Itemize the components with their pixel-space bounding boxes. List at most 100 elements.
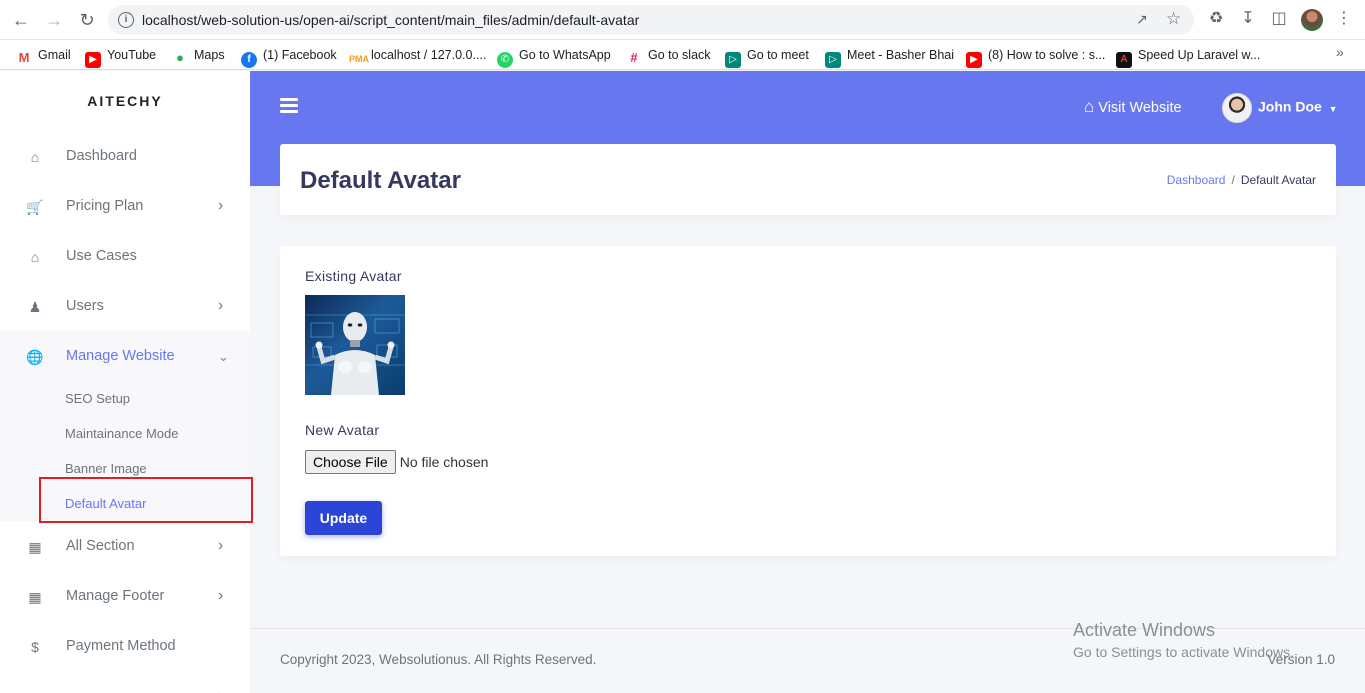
brand-logo-text[interactable]: AITECHY bbox=[0, 71, 250, 131]
bookmark-gmail[interactable]: M Gmail bbox=[16, 45, 71, 66]
chevron-right-icon: › bbox=[218, 587, 224, 604]
grid-icon: ▦ bbox=[28, 539, 42, 555]
sidebar-item-label: Payment Method bbox=[66, 638, 176, 654]
address-bar[interactable]: i localhost/web-solution-us/open-ai/scri… bbox=[108, 5, 1194, 35]
home-icon: ⌂ bbox=[30, 249, 40, 265]
back-arrow-icon[interactable]: ← bbox=[9, 8, 33, 32]
chevron-down-icon: ⌄ bbox=[218, 349, 229, 364]
bookmark-facebook[interactable]: f (1) Facebook bbox=[241, 45, 337, 68]
sidebar-item-pricing-plan[interactable]: 🛒 Pricing Plan › bbox=[0, 182, 250, 232]
watermark-title: Activate Windows bbox=[1073, 620, 1216, 640]
maps-pin-icon: ● bbox=[172, 50, 188, 66]
bookmark-laravel[interactable]: A Speed Up Laravel w... bbox=[1116, 45, 1260, 68]
youtube-icon: ▶ bbox=[966, 52, 982, 68]
reload-icon[interactable]: ↻ bbox=[75, 8, 99, 32]
cart-icon: 🛒 bbox=[26, 199, 44, 215]
highlight-box bbox=[39, 477, 253, 523]
site-info-icon[interactable]: i bbox=[118, 12, 134, 28]
dollar-icon: $ bbox=[31, 639, 39, 655]
bookmark-maps[interactable]: ● Maps bbox=[172, 45, 225, 66]
url-text[interactable]: localhost/web-solution-us/open-ai/script… bbox=[142, 12, 639, 28]
copyright-text: Copyright 2023, Websolutionus. All Right… bbox=[280, 652, 597, 667]
whatsapp-icon: ✆ bbox=[497, 52, 513, 68]
breadcrumb-separator: / bbox=[1231, 173, 1235, 187]
sidebar-item-label: Users bbox=[66, 298, 104, 314]
submenu-item-banner-image[interactable]: Banner Image bbox=[65, 461, 147, 476]
browser-toolbar: ← → ↻ i localhost/web-solution-us/open-a… bbox=[0, 0, 1365, 40]
phpmyadmin-icon: PMA bbox=[349, 51, 369, 67]
meet-icon: ▷ bbox=[825, 52, 841, 68]
chevron-right-icon: › bbox=[218, 687, 223, 693]
chevron-right-icon: › bbox=[218, 297, 224, 314]
sidebar-item-label: Manage Website bbox=[66, 348, 175, 364]
bookmark-phpmyadmin[interactable]: PMA localhost / 127.0.0.... bbox=[349, 45, 486, 67]
user-dropdown[interactable]: John Doe ▼ bbox=[1222, 93, 1338, 123]
windows-activation-watermark: Activate Windows Go to Settings to activ… bbox=[1073, 620, 1294, 660]
existing-avatar-label: Existing Avatar bbox=[305, 268, 402, 284]
user-avatar bbox=[1222, 93, 1252, 123]
sidebar-item-partial[interactable]: ▦ › bbox=[0, 672, 250, 693]
bookmarks-bar: M Gmail ▶ YouTube ● Maps f (1) Facebook PMA l… bbox=[0, 40, 1365, 70]
sidebar-item-label: Dashboard bbox=[66, 148, 137, 164]
extensions-puzzle-icon[interactable]: ♻ bbox=[1206, 9, 1226, 29]
home-icon: ⌂ bbox=[30, 149, 40, 165]
bookmark-youtube-how-to[interactable]: ▶ (8) How to solve : s... bbox=[966, 45, 1105, 68]
submenu-item-maintainance-mode[interactable]: Maintainance Mode bbox=[65, 426, 178, 441]
youtube-icon: ▶ bbox=[85, 52, 101, 68]
file-status-text: No file chosen bbox=[399, 454, 489, 470]
visit-website-link[interactable]: ⌂ Visit Website bbox=[1084, 97, 1182, 117]
sidebar-item-label: Manage Footer bbox=[66, 588, 165, 604]
browser-profile-avatar[interactable] bbox=[1301, 9, 1323, 31]
laravel-icon: A bbox=[1116, 52, 1132, 68]
sidebar-item-label: Pricing Plan bbox=[66, 198, 144, 214]
slack-icon: # bbox=[626, 50, 642, 66]
home-icon: ⌂ bbox=[1084, 97, 1095, 116]
caret-down-icon: ▼ bbox=[1328, 103, 1338, 114]
new-avatar-label: New Avatar bbox=[305, 422, 380, 438]
globe-icon: 🌐 bbox=[26, 349, 44, 365]
side-panel-icon[interactable]: ◫ bbox=[1269, 9, 1289, 29]
file-input[interactable]: Choose File No file chosen bbox=[305, 450, 488, 474]
hamburger-menu-icon[interactable] bbox=[280, 98, 298, 113]
sidebar-item-use-cases[interactable]: ⌂ Use Cases bbox=[0, 232, 250, 282]
sidebar-item-manage-website[interactable]: 🌐 Manage Website ⌄ bbox=[0, 332, 250, 382]
bookmark-meet-basher[interactable]: ▷ Meet - Basher Bhai bbox=[825, 45, 954, 68]
bookmark-star-icon[interactable]: ☆ bbox=[1166, 9, 1181, 29]
update-button[interactable]: Update bbox=[305, 501, 382, 535]
bookmarks-overflow-icon[interactable]: » bbox=[1336, 44, 1344, 60]
bookmark-whatsapp[interactable]: ✆ Go to WhatsApp bbox=[497, 45, 611, 68]
breadcrumb: Dashboard / Default Avatar bbox=[1167, 173, 1316, 187]
sidebar-item-label: All Section bbox=[66, 538, 135, 554]
existing-avatar-image bbox=[305, 295, 405, 395]
sidebar-item-all-section[interactable]: ▦ All Section › bbox=[0, 522, 250, 572]
chevron-right-icon: › bbox=[218, 537, 224, 554]
menu-kebab-icon[interactable]: ⋮ bbox=[1334, 9, 1354, 29]
breadcrumb-current: Default Avatar bbox=[1240, 173, 1316, 187]
bookmark-meet[interactable]: ▷ Go to meet bbox=[725, 45, 809, 68]
users-icon: ♟ bbox=[28, 299, 42, 315]
forward-arrow-icon[interactable]: → bbox=[42, 8, 66, 32]
page-header: Default Avatar Dashboard / Default Avatar bbox=[280, 144, 1336, 215]
sidebar-item-label: Use Cases bbox=[66, 248, 137, 264]
submenu-item-seo-setup[interactable]: SEO Setup bbox=[65, 391, 130, 406]
chevron-right-icon: › bbox=[218, 197, 224, 214]
watermark-subtitle: Go to Settings to activate Windows. bbox=[1073, 644, 1294, 660]
page-title: Default Avatar bbox=[300, 167, 461, 194]
sidebar-item-users[interactable]: ♟ Users › bbox=[0, 282, 250, 332]
meet-icon: ▷ bbox=[725, 52, 741, 68]
avatar-form-card: Existing Avatar New Avatar Choose File N… bbox=[280, 246, 1336, 556]
grid-icon: ▦ bbox=[28, 589, 42, 605]
grid-icon: ▦ bbox=[26, 688, 44, 693]
sidebar-item-manage-footer[interactable]: ▦ Manage Footer › bbox=[0, 572, 250, 622]
facebook-icon: f bbox=[241, 52, 257, 68]
bookmark-youtube[interactable]: ▶ YouTube bbox=[85, 45, 156, 68]
share-icon[interactable]: ↗ bbox=[1136, 11, 1148, 28]
bookmark-slack[interactable]: # Go to slack bbox=[626, 45, 711, 66]
sidebar-item-dashboard[interactable]: ⌂ Dashboard bbox=[0, 132, 250, 182]
breadcrumb-dashboard-link[interactable]: Dashboard bbox=[1167, 173, 1226, 187]
download-icon[interactable]: ↧ bbox=[1238, 9, 1258, 29]
sidebar-item-payment-method[interactable]: $ Payment Method bbox=[0, 622, 250, 672]
sidebar: AITECHY ⌂ Dashboard 🛒 Pricing Plan › ⌂ U… bbox=[0, 71, 253, 693]
choose-file-button[interactable]: Choose File bbox=[305, 450, 396, 474]
gmail-icon: M bbox=[16, 50, 32, 66]
